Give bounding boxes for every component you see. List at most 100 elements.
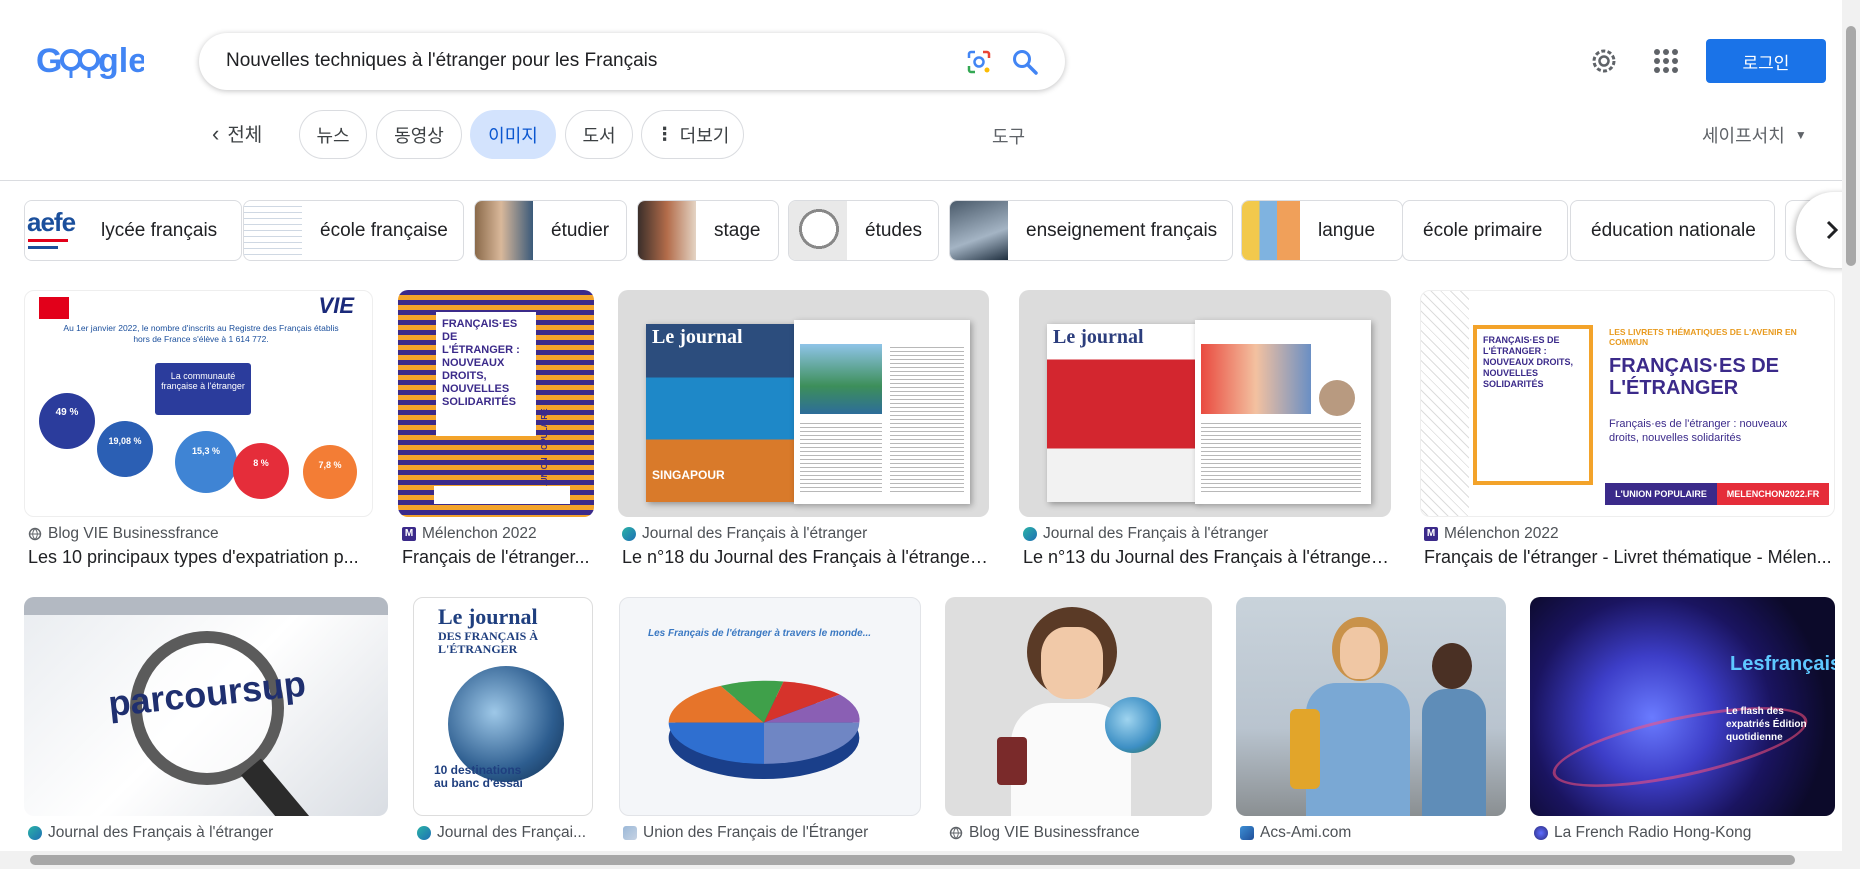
- result-source[interactable]: M Mélenchon 2022: [402, 525, 537, 543]
- result-source-name: Journal des Françai...: [437, 824, 587, 841]
- tab-books[interactable]: 도서: [565, 110, 633, 159]
- image-result-card[interactable]: Le journal DES FRANÇAIS À L'ÉTRANGER 10 …: [413, 597, 593, 847]
- image-result-card[interactable]: parcoursup Journal des Français à l'étra…: [24, 597, 388, 847]
- google-lens-icon[interactable]: [965, 48, 993, 76]
- safesearch-dropdown[interactable]: 세이프서치 ▼: [1702, 122, 1807, 148]
- chip-thumbnail: [1242, 201, 1300, 260]
- search-input[interactable]: Nouvelles techniques à l'étranger pour l…: [226, 50, 657, 72]
- chevron-left-icon: ‹: [212, 120, 220, 146]
- result-source[interactable]: Acs-Ami.com: [1240, 824, 1351, 842]
- result-image[interactable]: VIE Au 1er janvier 2022, le nombre d'ins…: [24, 290, 373, 517]
- result-title[interactable]: Français de l'étranger - Livret thématiq…: [1424, 547, 1835, 568]
- result-image[interactable]: [945, 597, 1212, 816]
- chip-stage[interactable]: stage: [637, 200, 779, 261]
- globe-icon: [28, 527, 42, 541]
- image-result-card[interactable]: FRANÇAIS·ES DE L'ÉTRANGER : NOUVEAUX DRO…: [398, 290, 594, 570]
- result-image[interactable]: [1236, 597, 1506, 816]
- settings-gear-icon[interactable]: [1587, 44, 1621, 78]
- chip-enseignement-francais[interactable]: enseignement français: [949, 200, 1233, 261]
- result-image[interactable]: Lesfrançais.press Le flash des expatriés…: [1530, 597, 1835, 816]
- result-image[interactable]: FRANÇAIS·ES DE L'ÉTRANGER : NOUVEAUX DRO…: [1420, 290, 1835, 517]
- search-box[interactable]: Nouvelles techniques à l'étranger pour l…: [199, 33, 1065, 90]
- vie-bubble: 7,8 %: [303, 445, 357, 499]
- result-source[interactable]: Blog VIE Businessfrance: [949, 824, 1140, 842]
- image-result-card[interactable]: Acs-Ami.com: [1236, 597, 1506, 847]
- chip-label: école primaire: [1423, 219, 1543, 241]
- journal-favicon: [28, 826, 42, 840]
- image-result-card[interactable]: Les Français de l'étranger à travers le …: [619, 597, 921, 847]
- tab-more-label: 더보기: [679, 125, 730, 146]
- chip-label: lycée français: [101, 219, 218, 241]
- result-image[interactable]: Le journal SINGAPOUR: [618, 290, 989, 517]
- journal-sub-text: DES FRANÇAIS À L'ÉTRANGER: [438, 629, 539, 656]
- result-title[interactable]: Le n°18 du Journal des Français à l'étra…: [622, 547, 989, 568]
- search-icon[interactable]: [1011, 48, 1039, 76]
- result-source[interactable]: Blog VIE Businessfrance: [28, 525, 219, 543]
- tab-more[interactable]: ⋮ 더보기: [641, 110, 744, 159]
- tools-button[interactable]: 도구: [992, 123, 1025, 149]
- chip-label: étudier: [551, 219, 610, 241]
- result-image[interactable]: Le journal DES FRANÇAIS À L'ÉTRANGER 10 …: [413, 597, 593, 816]
- result-image[interactable]: Les Français de l'étranger à travers le …: [619, 597, 921, 816]
- chip-ecole-francaise[interactable]: école française: [243, 200, 464, 261]
- back-label: 전체: [227, 125, 263, 146]
- image-result-card[interactable]: Lesfrançais.press Le flash des expatriés…: [1530, 597, 1835, 847]
- result-source-name: Blog VIE Businessfrance: [48, 525, 219, 542]
- result-title[interactable]: Les 10 principaux types d'expatriation p…: [28, 547, 373, 568]
- chip-langue[interactable]: langue: [1241, 200, 1403, 261]
- journal-favicon: [417, 826, 431, 840]
- chip-label: enseignement français: [1026, 219, 1218, 241]
- melen-footer-right-text: MELENCHON2022.FR: [1717, 483, 1829, 505]
- chip-ecole-primaire[interactable]: école primaire: [1402, 200, 1568, 261]
- tab-videos[interactable]: 동영상: [376, 110, 462, 159]
- tab-news[interactable]: 뉴스: [299, 110, 367, 159]
- safesearch-label: 세이프서치: [1702, 126, 1785, 146]
- chip-label: éducation nationale: [1591, 219, 1756, 241]
- chip-etudes[interactable]: études: [788, 200, 939, 261]
- result-source[interactable]: Journal des Français à l'étranger: [622, 525, 867, 543]
- image-result-card[interactable]: Le journal SINGAPOUR Journal des Françai…: [618, 290, 989, 570]
- horizontal-scrollbar[interactable]: [0, 851, 1842, 869]
- result-source-name: Journal des Français à l'étranger: [48, 824, 274, 841]
- chip-thumbnail: [950, 201, 1008, 260]
- result-source[interactable]: M Mélenchon 2022: [1424, 525, 1559, 543]
- aefe-logo-text: aefe: [27, 207, 76, 237]
- melen-footer-left-text: L'UNION POPULAIRE: [1605, 483, 1717, 505]
- image-result-card[interactable]: FRANÇAIS·ES DE L'ÉTRANGER : NOUVEAUX DRO…: [1420, 290, 1835, 570]
- chevron-right-icon: [1826, 220, 1839, 240]
- horizontal-scrollbar-thumb[interactable]: [30, 855, 1795, 865]
- result-image[interactable]: FRANÇAIS·ES DE L'ÉTRANGER : NOUVEAUX DRO…: [398, 290, 594, 517]
- result-source[interactable]: Journal des Français à l'étranger: [28, 824, 273, 842]
- result-title[interactable]: Français de l'étranger...: [402, 547, 594, 568]
- booklet-side-text: L'UNION POPULAIRE: [540, 408, 549, 490]
- image-result-card[interactable]: VIE Au 1er janvier 2022, le nombre d'ins…: [24, 290, 373, 570]
- result-source[interactable]: La French Radio Hong-Kong: [1534, 824, 1751, 842]
- result-source[interactable]: Journal des Françai...: [417, 824, 586, 842]
- apps-grid-icon[interactable]: [1649, 44, 1683, 78]
- journal-title-text: Le journal: [1053, 326, 1144, 348]
- svg-text:G: G: [36, 42, 62, 80]
- image-result-card[interactable]: Blog VIE Businessfrance: [945, 597, 1212, 847]
- result-title[interactable]: Le n°13 du Journal des Français à l'étra…: [1023, 547, 1391, 568]
- chip-lycee-francais[interactable]: aefe lycée français: [24, 200, 242, 261]
- chip-etudier[interactable]: étudier: [474, 200, 627, 261]
- back-to-all-link[interactable]: ‹ 전체: [212, 120, 262, 147]
- vertical-scrollbar-thumb[interactable]: [1846, 26, 1856, 266]
- result-source[interactable]: Journal des Français à l'étranger: [1023, 525, 1268, 543]
- google-logo[interactable]: G gle: [36, 38, 144, 82]
- result-source-name: Union des Français de l'Étranger: [643, 824, 869, 841]
- chip-education-nationale[interactable]: éducation nationale: [1570, 200, 1775, 261]
- result-source-name: Journal des Français à l'étranger: [642, 525, 868, 542]
- result-image[interactable]: parcoursup: [24, 597, 388, 816]
- image-result-card[interactable]: Le journal Journal des Français à l'étra…: [1019, 290, 1391, 570]
- login-button[interactable]: 로그인: [1706, 39, 1826, 83]
- chip-thumbnail: aefe: [25, 201, 83, 260]
- press-title-text: Lesfrançais.press: [1730, 653, 1835, 675]
- pie-title-text: Les Français de l'étranger à travers le …: [648, 628, 872, 639]
- tab-images[interactable]: 이미지: [470, 110, 556, 159]
- result-image[interactable]: Le journal: [1019, 290, 1391, 517]
- result-source-name: Blog VIE Businessfrance: [969, 824, 1140, 841]
- result-source[interactable]: Union des Français de l'Étranger: [623, 824, 868, 842]
- header-divider: [0, 180, 1842, 181]
- vertical-scrollbar[interactable]: [1842, 0, 1860, 869]
